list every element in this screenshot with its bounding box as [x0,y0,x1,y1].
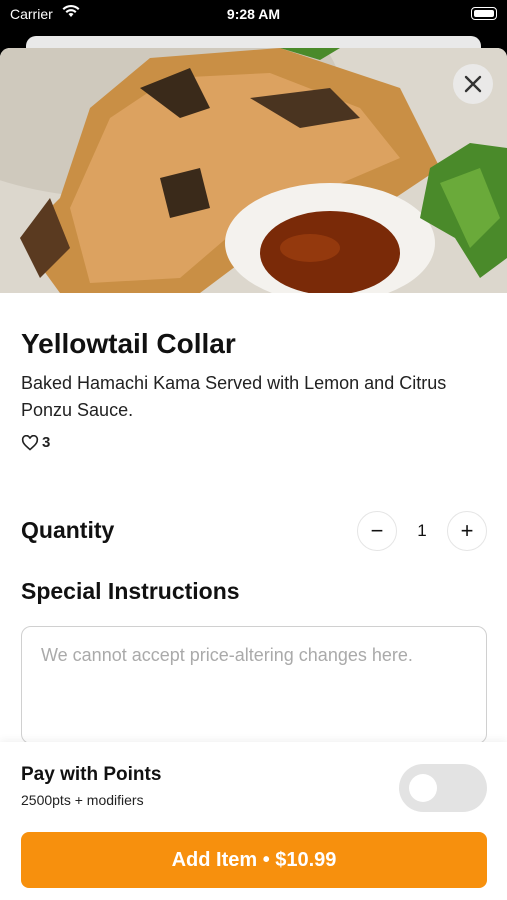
heart-icon [21,434,39,451]
pay-with-points-subtitle: 2500pts + modifiers [21,792,144,808]
battery-icon [471,7,497,20]
status-bar: Carrier 9:28 AM [0,0,507,30]
pay-with-points-label: Pay with Points [21,764,162,785]
quantity-value: 1 [417,521,427,540]
close-icon [464,75,482,93]
item-description: Baked Hamachi Kama Served with Lemon and… [21,373,447,420]
like-count-value: 3 [42,434,51,451]
add-item-button[interactable]: Add Item • $10.99 [21,832,487,888]
special-instructions-label: Special Instructions [21,578,240,604]
increase-quantity-button[interactable]: + [447,511,487,551]
special-instructions-input[interactable]: We cannot accept price-altering changes … [21,626,487,744]
decrease-quantity-button[interactable]: − [357,511,397,551]
pay-with-points-toggle[interactable] [399,764,487,812]
checkout-bar: Pay with Points 2500pts + modifiers Add … [0,742,507,900]
toggle-knob [409,774,437,802]
quantity-label: Quantity [21,517,115,543]
food-illustration [0,48,507,293]
item-detail-sheet: Yellowtail Collar Baked Hamachi Kama Ser… [0,48,507,900]
clock: 9:28 AM [226,6,281,22]
like-count[interactable]: 3 [21,434,50,451]
close-button[interactable] [453,64,493,104]
quantity-stepper: − 1 + [357,511,487,551]
item-photo [0,48,507,293]
item-title: Yellowtail Collar [21,328,236,359]
